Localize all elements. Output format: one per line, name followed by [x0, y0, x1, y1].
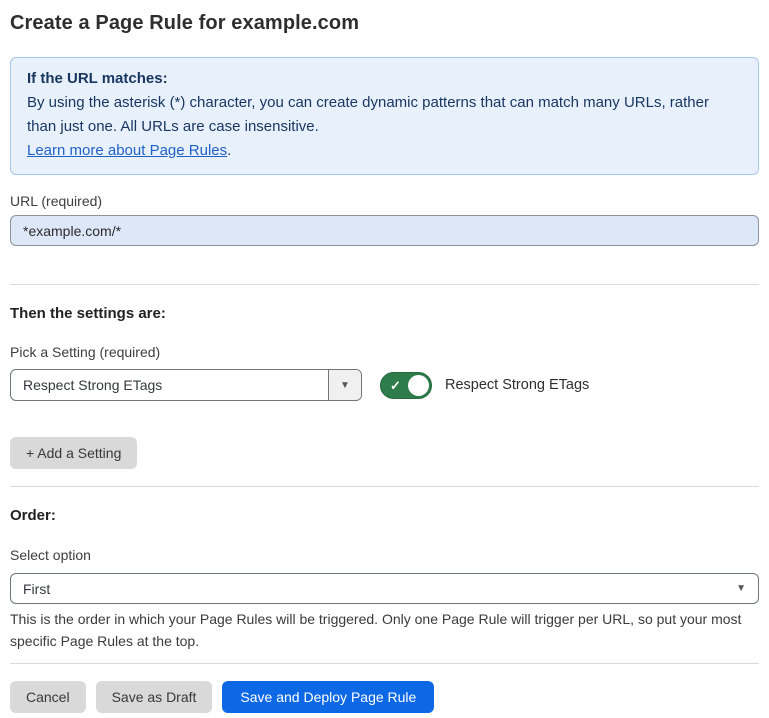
url-input[interactable]	[10, 215, 759, 246]
add-setting-button[interactable]: + Add a Setting	[10, 437, 137, 469]
save-and-deploy-button[interactable]: Save and Deploy Page Rule	[222, 681, 434, 713]
setting-row: Respect Strong ETags ▼ ✓ Respect Strong …	[10, 369, 759, 401]
order-select-label: Select option	[10, 547, 759, 563]
setting-select[interactable]: Respect Strong ETags ▼	[10, 369, 362, 401]
chevron-down-icon: ▼	[340, 380, 350, 391]
footer-actions: Cancel Save as Draft Save and Deploy Pag…	[10, 681, 759, 713]
url-match-info-box: If the URL matches: By using the asteris…	[10, 57, 759, 175]
divider	[10, 486, 759, 487]
info-box-link-line: Learn more about Page Rules.	[27, 139, 742, 163]
page-title: Create a Page Rule for example.com	[10, 12, 759, 35]
setting-select-value: Respect Strong ETags	[11, 370, 328, 400]
order-help-text: This is the order in which your Page Rul…	[10, 609, 755, 652]
divider	[10, 663, 759, 664]
save-as-draft-button[interactable]: Save as Draft	[96, 681, 213, 713]
info-box-heading: If the URL matches:	[27, 67, 742, 91]
toggle-knob	[408, 375, 429, 396]
learn-more-link[interactable]: Learn more about Page Rules	[27, 142, 227, 159]
setting-toggle[interactable]: ✓	[380, 372, 432, 399]
url-field-label: URL (required)	[10, 193, 759, 209]
info-box-body: By using the asterisk (*) character, you…	[27, 91, 742, 139]
pick-setting-label: Pick a Setting (required)	[10, 344, 759, 360]
order-select-value: First	[23, 581, 50, 597]
cancel-button[interactable]: Cancel	[10, 681, 86, 713]
link-suffix: .	[227, 142, 231, 159]
settings-section-heading: Then the settings are:	[10, 305, 759, 322]
chevron-down-icon: ▼	[736, 583, 746, 594]
order-section-heading: Order:	[10, 507, 759, 524]
setting-toggle-label: Respect Strong ETags	[445, 377, 589, 393]
setting-select-arrow-button[interactable]: ▼	[328, 370, 361, 400]
divider	[10, 284, 759, 285]
order-select[interactable]: First ▼	[10, 573, 759, 604]
check-icon: ✓	[390, 379, 401, 392]
